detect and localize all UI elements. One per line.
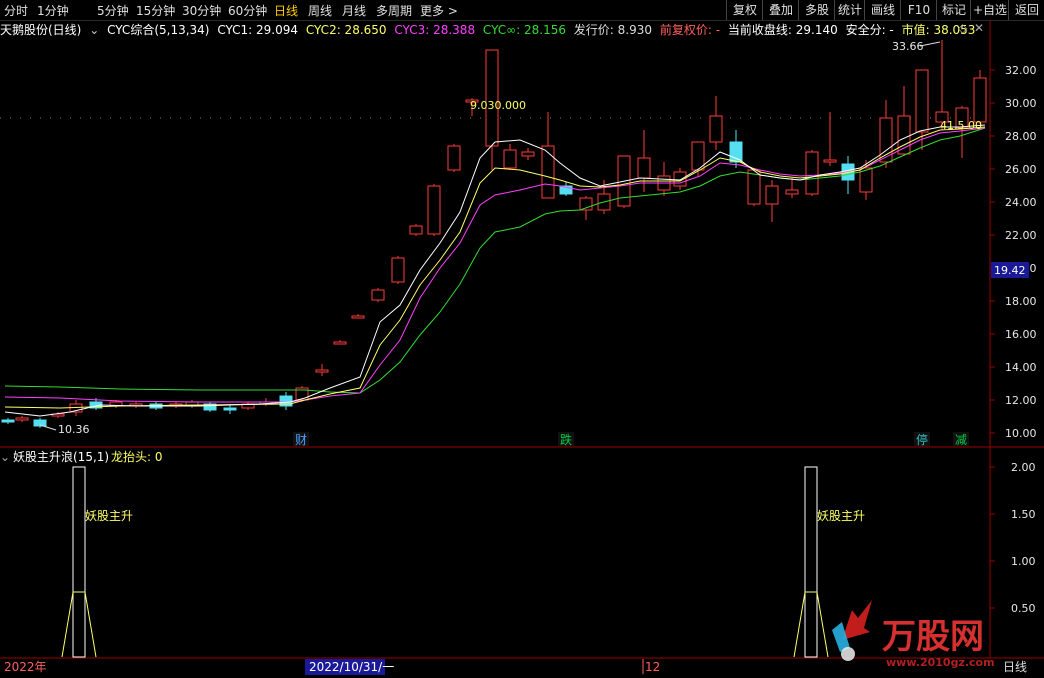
price-tick-label: 28.00 bbox=[1005, 130, 1037, 143]
candle-body bbox=[1, 419, 15, 423]
sub-tick-label: 1.00 bbox=[1011, 555, 1036, 568]
sub-panel-dropdown-icon[interactable]: ⌄ bbox=[0, 450, 10, 464]
date-axis-period: 日线 bbox=[1003, 660, 1027, 674]
price-tick-label: 14.00 bbox=[1005, 361, 1037, 374]
candle-body bbox=[333, 341, 347, 345]
signal-label-left: 妖股主升 bbox=[85, 509, 133, 523]
cyc3-line bbox=[4, 127, 986, 403]
candle-body bbox=[447, 145, 461, 171]
candle-body bbox=[371, 289, 385, 301]
svg-text:跌: 跌 bbox=[560, 432, 572, 447]
date-axis-month: 12 bbox=[645, 660, 660, 674]
candle-body bbox=[709, 115, 723, 143]
candle-body bbox=[315, 369, 329, 373]
event-marker-finance[interactable]: 财 bbox=[293, 432, 309, 447]
candle-body bbox=[729, 141, 743, 163]
price-tick-label: 10.00 bbox=[1005, 427, 1037, 440]
price-tick-label: 24.00 bbox=[1005, 196, 1037, 209]
signal-bar-left bbox=[61, 466, 97, 658]
cursor-date-label: 2022/10/31/一 bbox=[309, 660, 394, 674]
candle-body bbox=[765, 185, 779, 205]
svg-text:停: 停 bbox=[916, 432, 928, 447]
low-price-pointer bbox=[39, 424, 57, 431]
candle-body bbox=[427, 185, 441, 235]
signal-label-right: 妖股主升 bbox=[817, 509, 865, 523]
sub-panel-value: 龙抬头: 0 bbox=[111, 450, 163, 464]
cyc2-line bbox=[4, 126, 986, 409]
dotted-label: 9.030.000 bbox=[470, 99, 526, 112]
date-axis-start: 2022年 bbox=[4, 660, 47, 674]
watermark-brand: 万股网 bbox=[882, 617, 984, 657]
price-tick-label: 22.00 bbox=[1005, 229, 1037, 242]
price-tick-label: 12.00 bbox=[1005, 394, 1037, 407]
price-tick-label: 26.00 bbox=[1005, 163, 1037, 176]
event-marker-fall[interactable]: 跌 bbox=[558, 432, 574, 447]
high-price-label: 33.66 bbox=[892, 40, 924, 53]
candle-body bbox=[409, 225, 423, 235]
watermark-url: www.2010gz.com bbox=[886, 656, 995, 669]
candle-body bbox=[391, 257, 405, 283]
candle-body bbox=[485, 49, 499, 147]
sub-tick-label: 0.50 bbox=[1011, 602, 1036, 615]
candle-body bbox=[223, 407, 237, 411]
candle-body bbox=[541, 145, 555, 199]
candle-body bbox=[915, 69, 929, 133]
brand-logo bbox=[832, 600, 872, 661]
event-marker-halt[interactable]: 停 bbox=[914, 432, 930, 447]
kline-chart[interactable]: 32.0030.0028.0026.0024.0022.0020.0018.00… bbox=[0, 0, 1044, 678]
candle-body bbox=[973, 77, 987, 123]
price-tick-label: 30.00 bbox=[1005, 97, 1037, 110]
sub-tick-label: 1.50 bbox=[1011, 508, 1036, 521]
candle-body bbox=[351, 315, 365, 319]
candle-body bbox=[805, 151, 819, 195]
candle-body bbox=[823, 159, 837, 163]
sub-axis-ticks: 2.00 1.50 1.00 0.50 bbox=[990, 461, 1036, 615]
price-tick-label: 32.00 bbox=[1005, 64, 1037, 77]
svg-text:财: 财 bbox=[295, 433, 307, 447]
sub-tick-label: 2.00 bbox=[1011, 461, 1036, 474]
right-label: 41.5.00 bbox=[940, 119, 982, 132]
sub-panel-title[interactable]: 妖股主升浪(15,1) bbox=[13, 449, 109, 464]
price-tick-label: 16.00 bbox=[1005, 328, 1037, 341]
price-axis-ticks: 32.0030.0028.0026.0024.0022.0020.0018.00… bbox=[990, 64, 1037, 440]
signal-bar-right bbox=[793, 466, 829, 658]
candle-body bbox=[785, 189, 799, 195]
current-price-label: 19.42 bbox=[994, 264, 1026, 277]
candle-body bbox=[637, 157, 651, 179]
candle-body bbox=[503, 149, 517, 169]
price-tick-label: 18.00 bbox=[1005, 295, 1037, 308]
event-marker-reduce[interactable]: 减 bbox=[953, 432, 969, 447]
low-price-label: 10.36 bbox=[58, 423, 90, 436]
candle-body bbox=[15, 417, 29, 421]
svg-text:减: 减 bbox=[955, 433, 967, 447]
candle-body bbox=[521, 151, 535, 157]
